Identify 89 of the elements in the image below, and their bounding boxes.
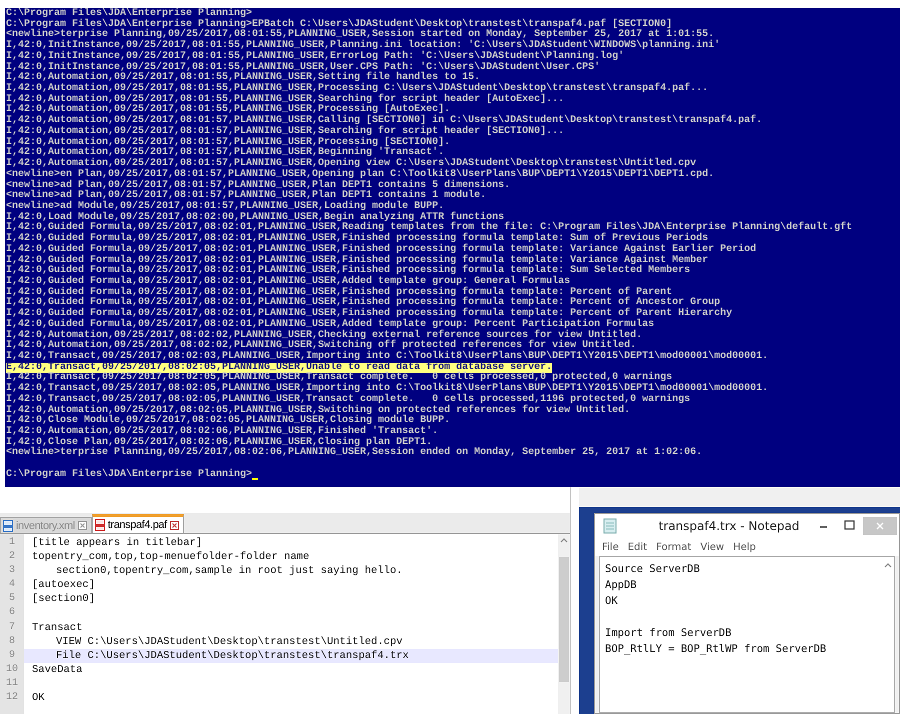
console-line: I,42:0,InitInstance,09/25/2017,08:01:55,PLANNING_USER,ErrorLog Path: 'C:\Users\JDAStudent\Planning.log'	[6, 52, 624, 62]
close-icon	[876, 522, 884, 530]
text-line: Import from ServerDB	[605, 626, 732, 641]
scroll-thumb[interactable]	[559, 557, 569, 682]
menu-item[interactable]: File	[602, 542, 619, 553]
scrollbar[interactable]	[558, 534, 570, 714]
line-number: 12	[4, 691, 19, 706]
line-number: 8	[8, 634, 16, 649]
file-icon	[3, 520, 13, 532]
splitter-bar[interactable]	[570, 487, 579, 714]
line-number: 7	[8, 620, 16, 635]
menu-item[interactable]: Edit	[628, 542, 648, 553]
line-number: 2	[8, 550, 16, 564]
console-line: I,42:0,Guided Formula,09/25/2017,08:02:01,PLANNING_USER,Finished processing formula template: Sum of Previous Periods	[6, 234, 708, 244]
line-number: 11	[4, 676, 19, 691]
text-line: AppDB	[605, 578, 637, 593]
console-line: <newline>ad Plan,09/25/2017,08:01:57,PLANNING_USER,Plan DEPT1 contains 5 dimensions.	[6, 180, 510, 190]
close-icon[interactable]	[78, 521, 87, 530]
line-number: 3	[8, 564, 16, 578]
line-number: 10	[4, 662, 19, 677]
console-line: I,42:0,Automation,09/25/2017,08:02:02,PLANNING_USER,Checking external reference sources for view Untitled.	[6, 330, 642, 341]
console-line: C:\Program Files\JDA\Enterprise Planning>EPBatch C:\Users\JDAStudent\Desktop\transtest\transpaf4.paf [SECTION0]	[6, 20, 672, 30]
console-line: I,42:0,Close Plan,09/25/2017,08:02:06,PLANNING_USER,Closing plan DEPT1.	[6, 438, 432, 448]
file-tab[interactable]: transpaf4.paf	[92, 514, 184, 533]
close-icon[interactable]	[170, 520, 179, 530]
line-number: 9	[8, 648, 16, 663]
console-line: <newline>ad Module,09/25/2017,08:01:57,PLANNING_USER,Loading module BUPP.	[6, 202, 444, 212]
console-line: I,42:0,Automation,09/25/2017,08:02:06,PLANNING_USER,Finished 'Transact'.	[6, 427, 438, 438]
console-line: <newline>terprise Planning,09/25/2017,08:02:06,PLANNING_USER,Session ended on Monday, September 25, 2017 at 1:02:06.	[6, 448, 702, 460]
line-number: 1	[8, 536, 16, 550]
code-line: [section0]	[32, 592, 96, 606]
console-line: I,42:0,Automation,09/25/2017,08:01:57,PLANNING_USER,Opening view C:\Users\JDAStudent\Desktop\transtest\Untitled.cpv	[6, 159, 696, 170]
console-line: I,42:0,Guided Formula,09/25/2017,08:02:01,PLANNING_USER,Finished processing formula template: Percent of Parent Hierarchy	[6, 309, 732, 320]
console-line: I,42:0,Guided Formula,09/25/2017,08:02:01,PLANNING_USER,Reading templates from the file: C:\Program Files\JDA\Enterprise Planning\default.gft	[6, 223, 852, 234]
console-line: I,42:0,InitInstance,09/25/2017,08:01:55,PLANNING_USER,Planning.ini location: 'C:\Users\JDAStudent\WINDOWS\planning.ini'	[6, 41, 720, 52]
code-line: OK	[32, 691, 45, 706]
text-line: BOP_RtlLY = BOP_RtlWP from ServerDB	[605, 642, 826, 657]
console-line: I,42:0,Automation,09/25/2017,08:01:57,PLANNING_USER,Calling [SECTION0] in C:\Users\JDAStudent\Desktop\transtest\transpaf4.paf.	[6, 116, 762, 126]
line-number: 4	[8, 578, 16, 592]
console-line: I,42:0,Automation,09/25/2017,08:01:55,PLANNING_USER,Setting file handles to 15.	[6, 73, 480, 84]
console-line: I,42:0,Transact,09/25/2017,08:02:05,PLANNING_USER,Transact complete. 0 cells processed,0 protected,0 warnings	[6, 373, 672, 384]
console-line: I,42:0,Transact,09/25/2017,08:02:05,PLANNING_USER,Importing into C:\Toolkit8\UserPlans\BUP\DEPT1\Y2015\DEPT1\mod00001\mod00001.	[6, 384, 768, 394]
console-line: I,42:0,Guided Formula,09/25/2017,08:02:01,PLANNING_USER,Added template group: General Formulas	[6, 276, 570, 287]
console-line: I,42:0,Guided Formula,09/25/2017,08:02:01,PLANNING_USER,Finished processing formula template: Variance Against Earlier Period	[6, 244, 756, 255]
menu-item[interactable]: Format	[656, 542, 692, 553]
console-line: I,42:0,Automation,09/25/2017,08:01:57,PLANNING_USER,Searching for script header [SECTION0]...	[6, 126, 564, 137]
menu-item[interactable]: View	[700, 542, 724, 553]
code-line: [title appears in titlebar]	[32, 536, 202, 550]
console-line: I,42:0,Automation,09/25/2017,08:01:55,PLANNING_USER,Processing [AutoExec].	[6, 105, 450, 116]
console-line: I,42:0,Automation,09/25/2017,08:01:55,PLANNING_USER,Processing C:\Users\JDAStudent\Desktop\transtest\transpaf4.paf...	[6, 84, 708, 94]
scroll-up-icon[interactable]	[884, 563, 892, 568]
window-title: transpaf4.trx - Notepad	[658, 519, 800, 533]
code-line: SaveData	[32, 662, 82, 677]
text-area[interactable]: Source ServerDB AppDB OK Import from ServerDB BOP_RtlLY = BOP_RtlWP from ServerDB	[599, 556, 895, 713]
console-line: I,42:0,Guided Formula,09/25/2017,08:02:01,PLANNING_USER,Finished processing formula template: Percent of Parent	[6, 288, 672, 298]
file-icon	[94, 519, 105, 531]
console-line: I,42:0,Automation,09/25/2017,08:01:57,PLANNING_USER,Beginning 'Transact'.	[6, 148, 444, 158]
console-line: I,42:0,Automation,09/25/2017,08:01:57,PLANNING_USER,Processing [SECTION0].	[6, 138, 450, 148]
console-line: I,42:0,Guided Formula,09/25/2017,08:02:01,PLANNING_USER,Added template group: Percent Participation Formulas	[6, 320, 654, 330]
console-line: I,42:0,Transact,09/25/2017,08:02:03,PLANNING_USER,Importing into C:\Toolkit8\UserPlans\BUP\DEPT1\Y2015\DEPT1\mod00001\mod00001.	[6, 352, 768, 362]
console-line: I,42:0,Close Module,09/25/2017,08:02:05,PLANNING_USER,Closing module BUPP.	[6, 416, 450, 426]
notepad-icon	[603, 518, 617, 534]
console-line: I,42:0,Guided Formula,09/25/2017,08:02:01,PLANNING_USER,Finished processing formula template: Percent of Ancestor Group	[6, 298, 720, 308]
console-line: <newline>en Plan,09/25/2017,08:01:57,PLANNING_USER,Opening plan C:\Toolkit8\UserPlans\BUP\DEPT1\Y2015\DEPT1\DEPT1.cpd.	[6, 170, 714, 180]
code-line: topentry_com,top,top-menuefolder-folder name	[32, 550, 310, 564]
code-line: section0,topentry_com,sample in root just saying hello.	[56, 564, 403, 578]
menu-item[interactable]: Help	[733, 542, 756, 553]
text-cursor	[252, 478, 258, 480]
console-line: I,42:0,Load Module,09/25/2017,08:02:00,PLANNING_USER,Begin analyzing ATTR functions	[6, 212, 504, 223]
console-line: <newline>ad Plan,09/25/2017,08:01:57,PLANNING_USER,Plan DEPT1 contains 1 module.	[6, 191, 486, 202]
scroll-up-icon[interactable]	[560, 538, 568, 543]
text-line: Source ServerDB	[605, 562, 700, 577]
line-number: 6	[8, 606, 16, 620]
console-line: <newline>terprise Planning,09/25/2017,08:01:55,PLANNING_USER,Session started on Monday, September 25, 2017 at 1:01:55.	[6, 30, 714, 40]
console-line: I,42:0,InitInstance,09/25/2017,08:01:55,PLANNING_USER,User.CPS Path: 'C:\Users\JDAStudent\User.CPS'	[6, 62, 600, 73]
console-line: I,42:0,Transact,09/25/2017,08:02:05,PLANNING_USER,Transact complete. 0 cells processed,1196 protected,0 warnings	[6, 394, 690, 405]
code-line: [autoexec]	[32, 578, 96, 592]
code-line: VIEW C:\Users\JDAStudent\Desktop\transtest\Untitled.cpv	[56, 634, 403, 649]
console-prompt: C:\Program Files\JDA\Enterprise Planning>	[6, 470, 252, 481]
console-line: I,42:0,Guided Formula,09/25/2017,08:02:01,PLANNING_USER,Finished processing formula template: Variance Against Member	[6, 256, 708, 266]
console-line: C:\Program Files\JDA\Enterprise Planning>	[6, 9, 252, 19]
console-line: I,42:0,Automation,09/25/2017,08:02:05,PLANNING_USER,Switching on protected references for view Untitled.	[6, 406, 630, 416]
code-line: Transact	[32, 620, 82, 635]
line-number: 5	[8, 592, 16, 606]
code-line: File C:\Users\JDAStudent\Desktop\transtest\transpaf4.trx	[56, 648, 409, 663]
console-line: I,42:0,Guided Formula,09/25/2017,08:02:01,PLANNING_USER,Finished processing formula template: Sum Selected Members	[6, 266, 690, 276]
console-line: I,42:0,Automation,09/25/2017,08:02:02,PLANNING_USER,Switching off protected references for view Untitled.	[6, 341, 636, 352]
text-line: OK	[605, 594, 618, 609]
console-line: I,42:0,Automation,09/25/2017,08:01:55,PLANNING_USER,Searching for script header [AutoExec]...	[6, 94, 564, 105]
